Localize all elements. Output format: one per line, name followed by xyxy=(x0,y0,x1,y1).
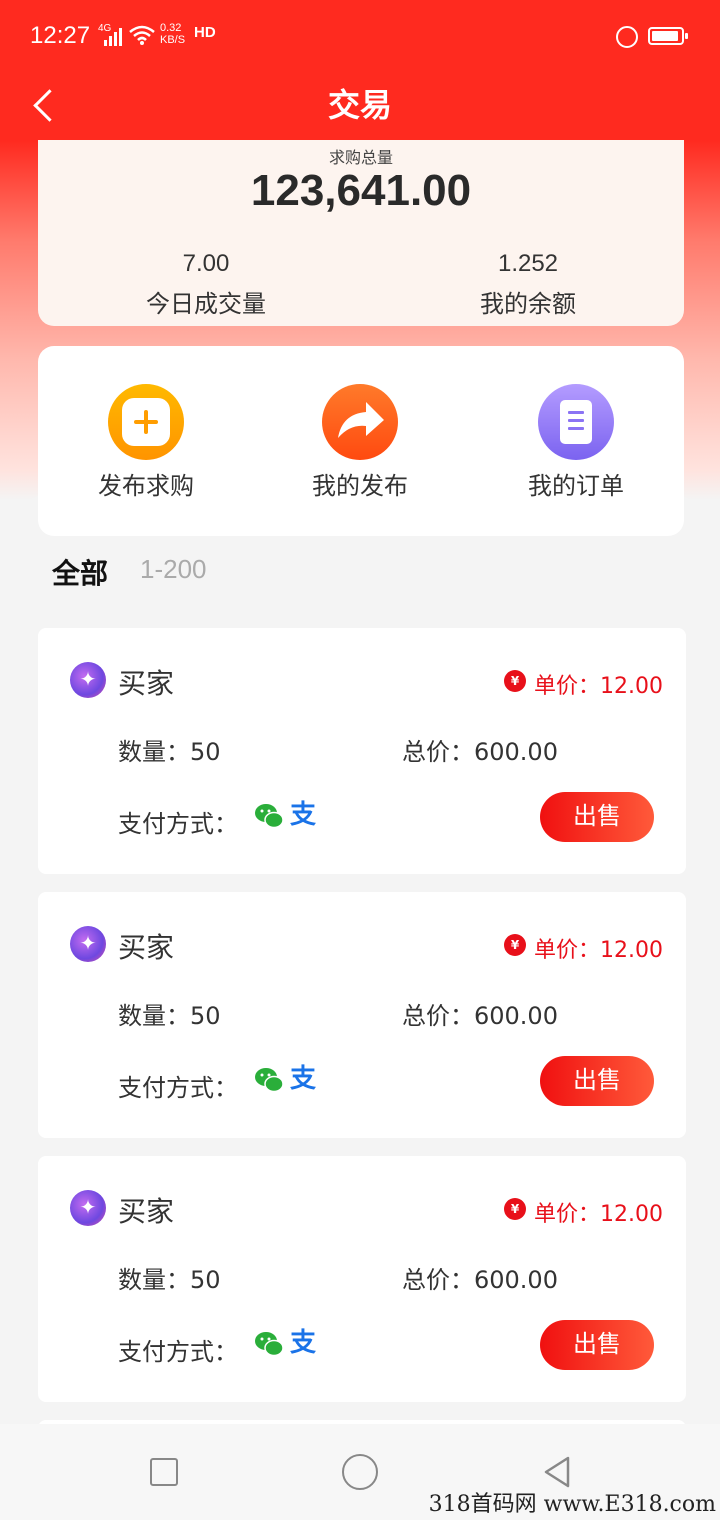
total-price: 总价：600.00 xyxy=(402,1266,558,1294)
quantity: 数量：50 xyxy=(118,1002,221,1030)
page-title: 交易 xyxy=(327,86,392,124)
buyer-name: 买家 xyxy=(118,931,175,964)
battery-icon xyxy=(648,27,688,45)
system-back-button[interactable] xyxy=(540,1454,576,1490)
today-volume-value: 7.00 xyxy=(182,250,230,277)
status-bar: 12:27 4G 0.32 KB/S HD xyxy=(0,0,720,72)
wifi-icon xyxy=(129,25,155,45)
buyer-name: 买家 xyxy=(118,1195,175,1228)
tab-range[interactable]: 1-200 xyxy=(140,554,207,585)
plus-square-icon xyxy=(108,384,184,460)
wechat-icon xyxy=(255,804,284,829)
quantity: 数量：50 xyxy=(118,738,221,766)
tab-all[interactable]: 全部 xyxy=(52,552,108,592)
unit-price: 单价：12.00 xyxy=(534,1202,663,1227)
payment-label: 支付方式： xyxy=(118,810,238,838)
yen-icon: ¥ xyxy=(504,1198,526,1220)
sell-button[interactable]: 出售 xyxy=(540,1320,654,1370)
total-price: 总价：600.00 xyxy=(402,738,558,766)
order-card: 买家 ¥ 单价：12.00 数量：50 总价：600.00 支付方式： 支 出售 xyxy=(38,628,686,874)
alipay-icon: 支 xyxy=(290,1328,317,1358)
total-demand-value: 123,641.00 xyxy=(250,166,472,215)
unit-price: 单价：12.00 xyxy=(534,938,663,963)
nav-bar: 交易 xyxy=(0,72,720,140)
publish-request-button[interactable]: 发布求购 xyxy=(46,384,246,501)
share-arrow-icon xyxy=(322,384,398,460)
total-demand-label: 求购总量 xyxy=(328,148,393,167)
net-speed: 0.32 KB/S xyxy=(160,22,186,46)
yen-icon: ¥ xyxy=(504,670,526,692)
quantity: 数量：50 xyxy=(118,1266,221,1294)
balance-stat: 1.252 我的余额 xyxy=(378,250,678,319)
action-label: 发布求购 xyxy=(98,472,194,500)
action-label: 我的订单 xyxy=(528,472,624,500)
avatar xyxy=(70,1190,106,1226)
avatar xyxy=(70,926,106,962)
total-price: 总价：600.00 xyxy=(402,1002,558,1030)
hd-badge: HD xyxy=(194,24,216,41)
alipay-icon: 支 xyxy=(290,800,317,830)
wechat-icon xyxy=(255,1332,284,1357)
system-nav-bar: 318首码网 www.E318.com xyxy=(0,1424,720,1520)
yen-icon: ¥ xyxy=(504,934,526,956)
document-list-icon xyxy=(538,384,614,460)
buyer-name: 买家 xyxy=(118,667,175,700)
order-card: 买家 ¥ 单价：12.00 数量：50 总价：600.00 支付方式： 支 出售 xyxy=(38,892,686,1138)
recent-apps-button[interactable] xyxy=(150,1458,178,1486)
today-volume-label: 今日成交量 xyxy=(146,290,266,318)
balance-value: 1.252 xyxy=(497,250,559,277)
summary-card: 求购总量 123,641.00 7.00 今日成交量 1.252 我的余额 xyxy=(38,140,684,326)
today-volume-stat: 7.00 今日成交量 xyxy=(56,250,356,319)
order-card: 买家 ¥ 单价：12.00 数量：50 总价：600.00 支付方式： 支 出售 xyxy=(38,1156,686,1402)
sell-button[interactable]: 出售 xyxy=(540,792,654,842)
home-button[interactable] xyxy=(342,1454,378,1490)
rotation-lock-icon xyxy=(616,26,638,48)
alipay-icon: 支 xyxy=(290,1064,317,1094)
action-label: 我的发布 xyxy=(312,472,408,500)
status-time: 12:27 xyxy=(30,22,91,49)
signal-icon xyxy=(104,26,124,46)
watermark: 318首码网 www.E318.com xyxy=(428,1492,716,1517)
payment-label: 支付方式： xyxy=(118,1338,238,1366)
payment-label: 支付方式： xyxy=(118,1074,238,1102)
actions-card: 发布求购 我的发布 我的订单 xyxy=(38,346,684,536)
sell-button[interactable]: 出售 xyxy=(540,1056,654,1106)
avatar xyxy=(70,662,106,698)
balance-label: 我的余额 xyxy=(480,290,576,318)
my-orders-button[interactable]: 我的订单 xyxy=(476,384,676,501)
wechat-icon xyxy=(255,1068,284,1093)
my-publish-button[interactable]: 我的发布 xyxy=(260,384,460,501)
unit-price: 单价：12.00 xyxy=(534,674,663,699)
